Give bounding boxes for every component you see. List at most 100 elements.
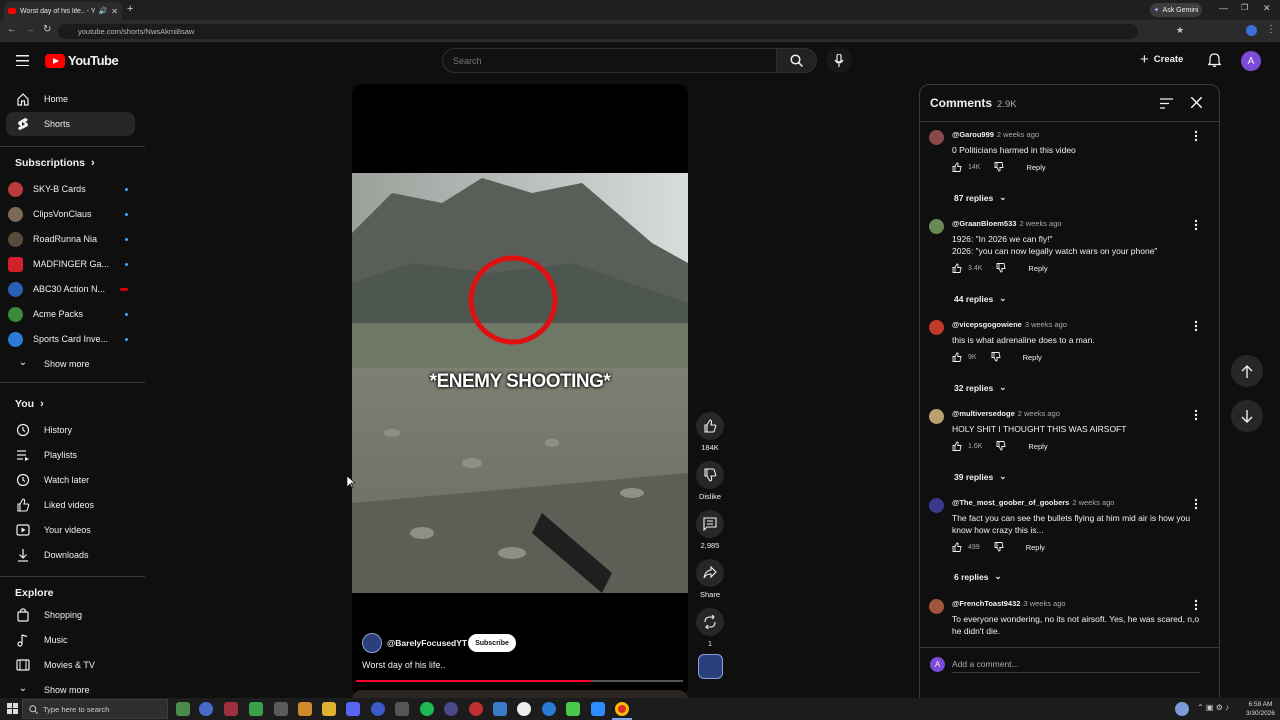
commenter-avatar[interactable] — [929, 599, 944, 614]
commenter-avatar[interactable] — [929, 320, 944, 335]
browser-menu-icon[interactable]: ⋮ — [1266, 24, 1276, 35]
chrome-taskbar-icon[interactable] — [615, 702, 629, 716]
reply-button[interactable]: Reply — [1028, 442, 1047, 451]
subscriptions-heading[interactable]: Subscriptions › — [15, 157, 95, 169]
sidebar-item-your-videos[interactable]: Your videos — [6, 518, 135, 542]
comment-more-icon[interactable] — [1191, 498, 1201, 510]
tab-audio-icon[interactable]: 🔊 — [99, 7, 108, 15]
commenter-avatar[interactable] — [929, 498, 944, 513]
previous-short-button[interactable] — [1231, 355, 1263, 387]
sidebar-item-history[interactable]: History — [6, 418, 135, 442]
weather-icon[interactable] — [1175, 702, 1189, 716]
sort-comments-icon[interactable] — [1160, 98, 1173, 109]
sidebar-item-home[interactable]: Home — [6, 87, 135, 111]
hamburger-menu-icon[interactable] — [16, 55, 29, 66]
shorts-video-player[interactable]: *ENEMY SHOOTING* @BarelyFocusedYT Subscr… — [352, 84, 688, 696]
reply-button[interactable]: Reply — [1028, 264, 1047, 273]
maximize-window-icon[interactable]: ❐ — [1241, 3, 1248, 12]
taskbar-app-icon[interactable] — [346, 702, 360, 716]
taskbar-app-icon[interactable] — [444, 702, 458, 716]
comment-author[interactable]: @Garou999 — [952, 130, 994, 139]
taskbar-app-icon[interactable] — [395, 702, 409, 716]
system-tray-icons[interactable]: ⌃ ▣ ⚙ ♪ — [1197, 703, 1229, 712]
taskbar-search-box[interactable]: Type here to search — [22, 699, 168, 719]
taskbar-app-icon[interactable] — [371, 702, 385, 716]
share-button[interactable] — [696, 559, 724, 587]
comment-author[interactable]: @multiversedoge — [952, 409, 1015, 418]
sidebar-item-shorts[interactable]: Shorts — [6, 112, 135, 136]
thumbs-down-icon[interactable] — [994, 542, 1004, 552]
create-button[interactable]: + Create — [1140, 51, 1183, 68]
view-replies-button[interactable]: 39 replies ⌄ — [954, 471, 1006, 482]
comment-more-icon[interactable] — [1191, 219, 1201, 231]
voice-search-button[interactable] — [826, 47, 852, 73]
commenter-avatar[interactable] — [929, 409, 944, 424]
thumbs-down-icon[interactable] — [996, 263, 1006, 273]
comment-author[interactable]: @vicepsgogowiene — [952, 320, 1022, 329]
windows-start-icon[interactable] — [7, 703, 18, 714]
close-window-icon[interactable]: ✕ — [1263, 3, 1271, 14]
ask-gemini-button[interactable]: ✦ Ask Gemini — [1150, 3, 1202, 17]
thumbs-up-icon[interactable] — [952, 162, 962, 172]
next-short-button[interactable] — [1231, 400, 1263, 432]
comment-more-icon[interactable] — [1191, 409, 1201, 421]
taskbar-app-icon[interactable] — [469, 702, 483, 716]
search-box[interactable] — [442, 48, 777, 73]
taskbar-app-icon[interactable] — [517, 702, 531, 716]
taskbar-app-icon[interactable] — [566, 702, 580, 716]
sidebar-item-shopping[interactable]: Shopping — [6, 603, 135, 627]
reload-icon[interactable]: ↻ — [43, 24, 51, 35]
remix-button[interactable] — [696, 608, 724, 636]
subscription-item[interactable]: RoadRunna Nia — [8, 228, 138, 250]
taskbar-app-icon[interactable] — [591, 702, 605, 716]
profile-icon[interactable] — [1246, 25, 1257, 36]
sidebar-item-movies-tv[interactable]: Movies & TV — [6, 653, 135, 677]
comment-more-icon[interactable] — [1191, 130, 1201, 142]
dislike-button[interactable] — [696, 461, 724, 489]
subscription-item[interactable]: Sports Card Inve... — [8, 328, 138, 350]
reply-button[interactable]: Reply — [1026, 543, 1045, 552]
account-avatar[interactable]: A — [1241, 51, 1261, 71]
like-button[interactable] — [696, 412, 724, 440]
minimize-window-icon[interactable]: — — [1219, 3, 1228, 13]
sidebar-item-watch-later[interactable]: Watch later — [6, 468, 135, 492]
commenter-avatar[interactable] — [929, 130, 944, 145]
next-short-preview[interactable] — [352, 690, 688, 698]
thumbs-down-icon[interactable] — [991, 352, 1001, 362]
commenter-avatar[interactable] — [929, 219, 944, 234]
sidebar-item-liked-videos[interactable]: Liked videos — [6, 493, 135, 517]
add-comment-input[interactable]: Add a comment... — [952, 659, 1200, 673]
taskbar-clock[interactable]: 6:58 AM 3/30/2026 — [1246, 700, 1275, 718]
notifications-bell-icon[interactable] — [1208, 53, 1221, 67]
taskbar-app-icon[interactable] — [274, 702, 288, 716]
thumbs-up-icon[interactable] — [952, 352, 962, 362]
subscription-item[interactable]: Acme Packs — [8, 303, 138, 325]
taskbar-app-icon[interactable] — [493, 702, 507, 716]
thumbs-down-icon[interactable] — [994, 162, 1005, 172]
view-replies-button[interactable]: 44 replies ⌄ — [954, 293, 1006, 304]
subscription-item[interactable]: ABC30 Action N... — [8, 278, 138, 300]
thumbs-down-icon[interactable] — [996, 441, 1006, 451]
comment-author[interactable]: @GraanBloem533 — [952, 219, 1016, 228]
extensions-icon[interactable]: ★ — [1176, 25, 1184, 36]
address-bar[interactable]: youtube.com/shorts/NwsAkmi8saw — [58, 24, 1138, 39]
thumbs-up-icon[interactable] — [952, 542, 962, 552]
comments-button[interactable] — [696, 510, 724, 538]
view-replies-button[interactable]: 87 replies ⌄ — [954, 192, 1006, 203]
sound-avatar[interactable] — [698, 654, 723, 679]
channel-avatar[interactable] — [362, 633, 382, 653]
subscribe-button[interactable]: Subscribe — [468, 634, 516, 652]
channel-name[interactable]: @BarelyFocusedYT — [387, 638, 467, 648]
spotify-icon[interactable] — [420, 702, 434, 716]
subscription-item[interactable]: MADFINGER Ga... — [8, 253, 138, 275]
comment-more-icon[interactable] — [1191, 599, 1201, 611]
back-icon[interactable]: ← — [7, 24, 17, 35]
taskbar-app-icon[interactable] — [199, 702, 213, 716]
comment-author[interactable]: @The_most_goober_of_goobers — [952, 498, 1069, 507]
youtube-logo[interactable]: YouTube — [45, 53, 119, 68]
you-heading[interactable]: You › — [15, 398, 44, 410]
comment-author[interactable]: @FrenchToast9432 — [952, 599, 1020, 608]
forward-icon[interactable]: → — [25, 24, 35, 35]
show-more-explore-button[interactable]: ⌄ Show more — [6, 678, 135, 698]
thumbs-up-icon[interactable] — [952, 441, 962, 451]
